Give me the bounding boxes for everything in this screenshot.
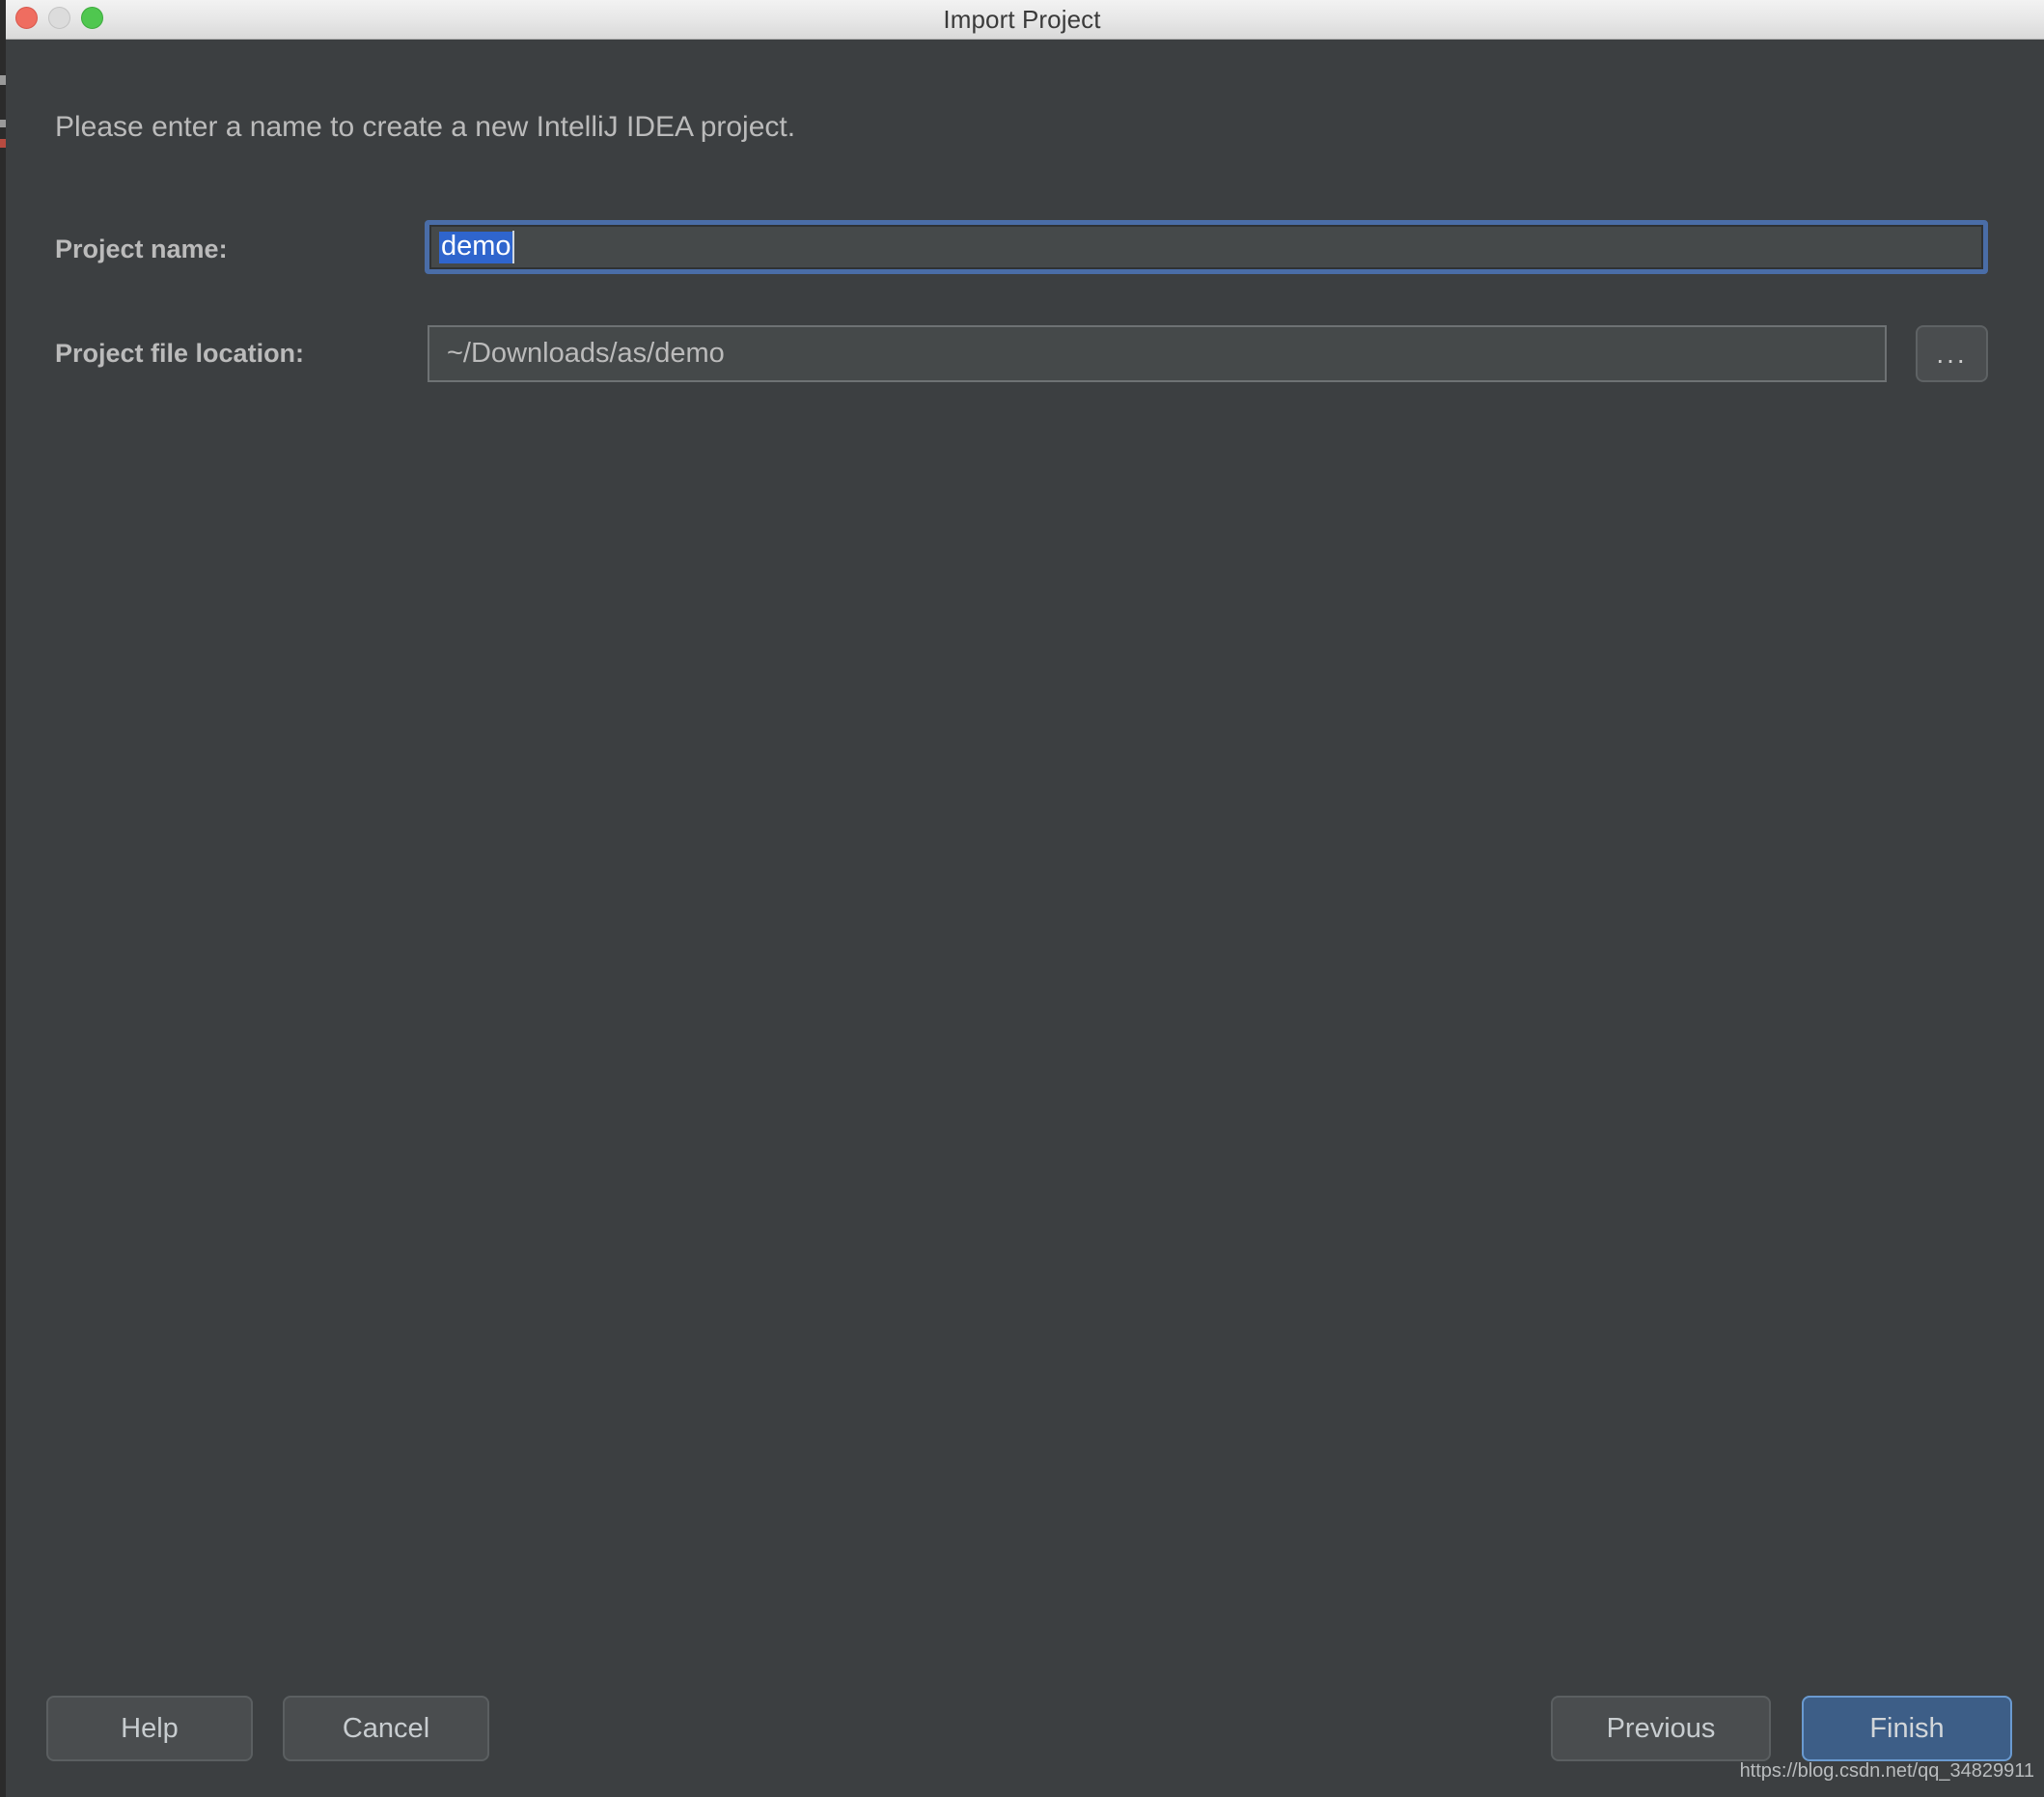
window-titlebar[interactable]: Import Project	[0, 0, 2044, 40]
previous-button[interactable]: Previous	[1551, 1696, 1771, 1761]
background-window-error-marker	[0, 139, 6, 148]
cancel-button[interactable]: Cancel	[283, 1696, 489, 1761]
background-window-marker	[0, 75, 6, 85]
project-name-input[interactable]: demo	[425, 220, 1988, 274]
project-name-input-inner[interactable]: demo	[429, 225, 1983, 269]
help-button[interactable]: Help	[46, 1696, 253, 1761]
import-project-dialog: Import Project Please enter a name to cr…	[0, 0, 2044, 1797]
project-name-input-value: demo	[439, 230, 512, 263]
text-caret	[511, 231, 514, 263]
project-file-location-label: Project file location:	[55, 339, 305, 368]
project-name-label: Project name:	[55, 235, 228, 263]
dialog-instruction-text: Please enter a name to create a new Inte…	[55, 111, 796, 143]
dialog-body: Please enter a name to create a new Inte…	[0, 40, 2044, 1797]
background-window-sliver	[0, 0, 6, 1797]
project-file-location-input[interactable]: ~/Downloads/as/demo	[428, 325, 1887, 382]
watermark-text: https://blog.csdn.net/qq_34829911	[1739, 1760, 2034, 1782]
background-window-marker	[0, 120, 6, 127]
window-title: Import Project	[943, 5, 1101, 34]
browse-ellipsis-button[interactable]: ...	[1916, 325, 1988, 382]
finish-button[interactable]: Finish	[1802, 1696, 2012, 1761]
